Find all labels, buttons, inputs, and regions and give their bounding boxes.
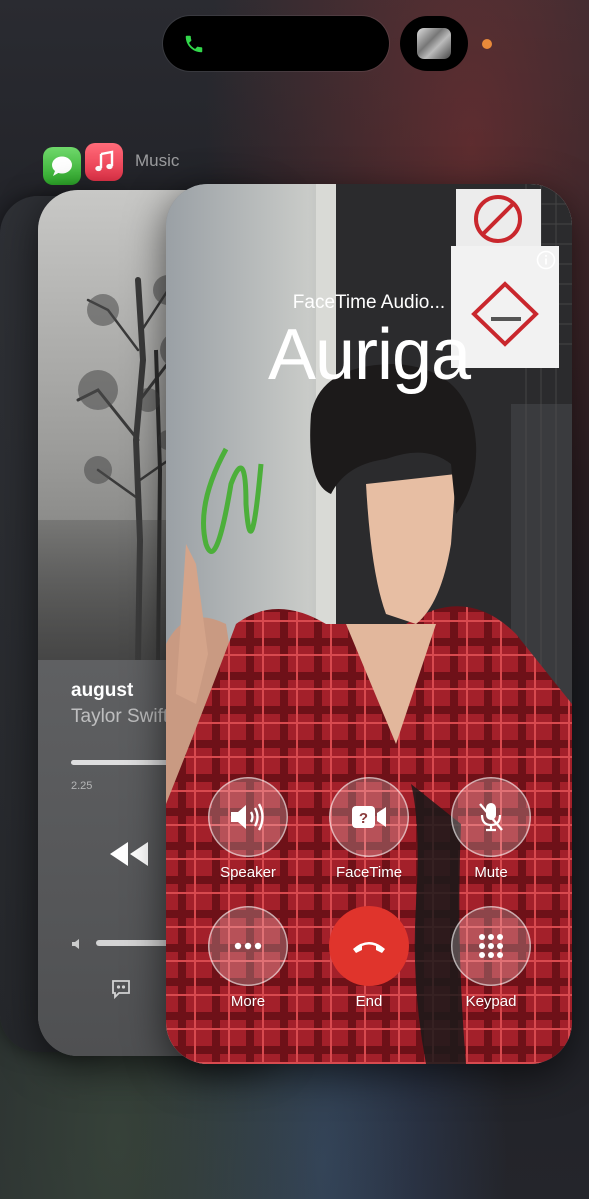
rewind-icon[interactable] xyxy=(108,840,150,868)
svg-text:?: ? xyxy=(359,810,368,827)
call-status: FaceTime Audio... xyxy=(292,292,446,313)
mic-slash-icon xyxy=(479,803,503,832)
more-label: More xyxy=(230,993,266,1010)
end-label: End xyxy=(355,993,383,1010)
ellipsis-icon xyxy=(234,942,262,950)
contact-name: Auriga xyxy=(267,315,471,395)
keypad-button[interactable]: Keypad xyxy=(451,906,531,1010)
keypad-label: Keypad xyxy=(465,993,517,1010)
volume-low-icon xyxy=(72,939,79,949)
facetime-label: FaceTime xyxy=(335,864,403,881)
end-call-button[interactable]: End xyxy=(329,906,409,1010)
album-thumbnail xyxy=(417,28,451,59)
song-artist: Taylor Swift xyxy=(71,706,169,727)
app-label: Music xyxy=(135,151,180,170)
speaker-button[interactable]: Speaker xyxy=(208,777,288,881)
dynamic-island-call[interactable] xyxy=(163,16,389,71)
elapsed-time: 2.25 xyxy=(71,780,93,792)
more-button[interactable]: More xyxy=(208,906,288,1010)
speaker-icon xyxy=(231,803,264,831)
lyrics-icon[interactable] xyxy=(110,978,132,1000)
phone-icon xyxy=(185,35,203,53)
mute-label: Mute xyxy=(474,864,508,881)
speaker-label: Speaker xyxy=(220,864,276,881)
facetime-button[interactable]: ? FaceTime xyxy=(329,777,409,881)
music-icon[interactable] xyxy=(85,143,123,181)
facetime-icon: ? xyxy=(352,806,386,828)
messages-icon[interactable] xyxy=(43,147,81,185)
keypad-icon xyxy=(479,934,503,958)
mute-button[interactable]: Mute xyxy=(451,777,531,881)
end-call-icon xyxy=(353,942,385,953)
phone-call-card[interactable]: FaceTime Audio... Auriga Speaker ? FaceT… xyxy=(166,184,572,1064)
dynamic-island-music[interactable] xyxy=(400,16,468,71)
info-icon[interactable] xyxy=(536,250,556,270)
privacy-indicator xyxy=(482,39,492,49)
song-title: august xyxy=(71,680,134,701)
